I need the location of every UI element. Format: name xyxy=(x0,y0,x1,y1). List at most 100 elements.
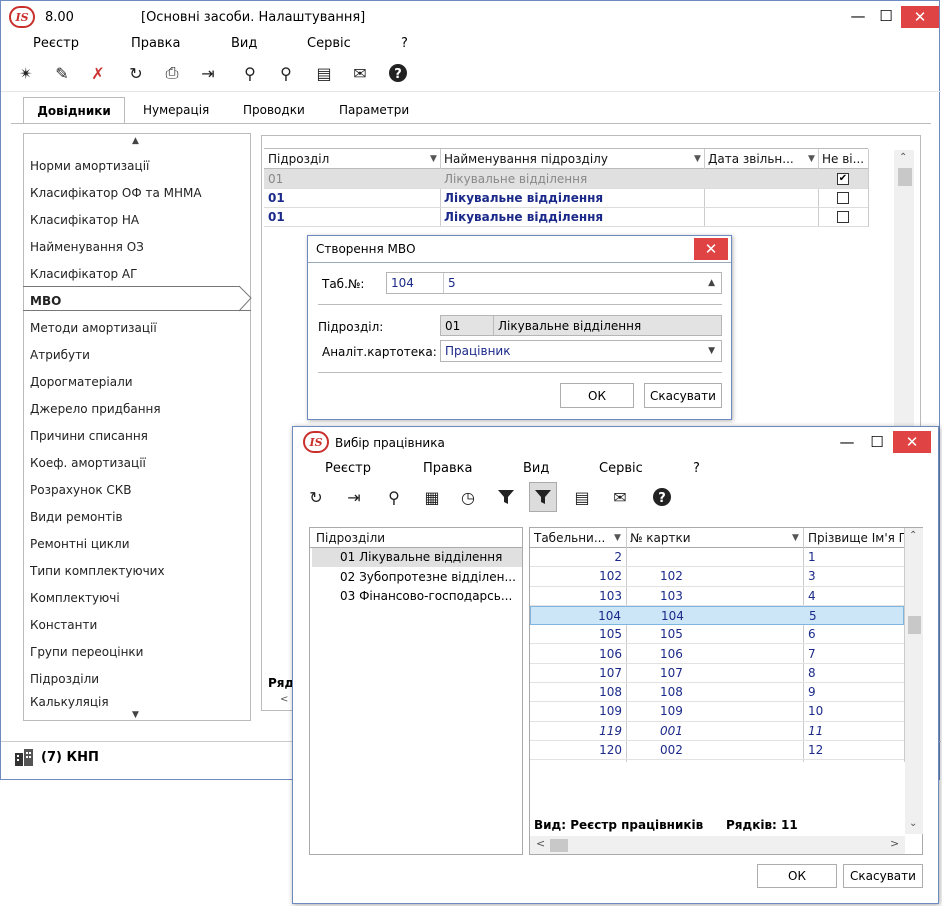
list-item[interactable]: Калькуляція xyxy=(30,695,109,709)
list-item[interactable]: Типи комплектуючих xyxy=(30,564,165,578)
list-item[interactable]: Причини списання xyxy=(30,429,148,443)
maximize-button[interactable]: ☐ xyxy=(863,427,891,457)
filter-active-icon[interactable] xyxy=(529,482,557,512)
bookmark-icon[interactable]: ▤ xyxy=(569,484,595,510)
print-icon[interactable]: ⎙ xyxy=(159,60,185,86)
minimize-button[interactable]: — xyxy=(844,1,872,31)
refresh-icon[interactable]: ↻ xyxy=(303,484,329,510)
col-header-not-visible[interactable]: Не ві... xyxy=(822,152,868,166)
dropdown-up-icon[interactable]: ▲ xyxy=(708,278,715,288)
scroll-left-icon[interactable]: < xyxy=(280,694,288,705)
chevron-down-icon[interactable]: ▼ xyxy=(708,346,715,356)
col-header-dept-name[interactable]: Найменування підрозділу xyxy=(444,152,694,166)
edit-doc-icon[interactable]: ✎ xyxy=(49,60,75,86)
menu-help[interactable]: ? xyxy=(693,461,700,476)
export-icon[interactable]: ⇥ xyxy=(195,60,221,86)
list-item[interactable]: Атрибути xyxy=(30,348,90,362)
menu-service[interactable]: Сервіс xyxy=(599,461,643,476)
col-header-full-name[interactable]: Прізвище Ім'я П xyxy=(808,531,904,545)
list-item[interactable]: Методи амортизації xyxy=(30,321,157,335)
menu-service[interactable]: Сервіс xyxy=(307,36,351,51)
help-icon[interactable]: ? xyxy=(385,60,411,86)
list-item[interactable]: Групи переоцінки xyxy=(30,645,143,659)
bookmark-icon[interactable]: ▤ xyxy=(311,60,337,86)
scroll-thumb[interactable] xyxy=(898,168,912,186)
scroll-up-icon[interactable]: ⌃ xyxy=(899,152,907,163)
horizontal-scrollbar[interactable] xyxy=(530,836,905,854)
vertical-scrollbar[interactable] xyxy=(905,528,923,834)
scroll-left-icon[interactable]: < xyxy=(536,837,545,850)
scroll-thumb[interactable] xyxy=(908,616,921,634)
menu-edit[interactable]: Правка xyxy=(131,36,180,51)
table-row[interactable]: 108 108 9 xyxy=(530,683,904,703)
table-row[interactable]: 103 103 4 xyxy=(530,587,904,606)
table-row[interactable]: 102 102 3 xyxy=(530,567,904,587)
minimize-button[interactable]: — xyxy=(833,427,861,457)
help-icon[interactable]: ? xyxy=(649,484,675,510)
list-item[interactable]: Джерело придбання xyxy=(30,402,161,416)
list-item-selected[interactable]: МВО xyxy=(30,294,61,308)
mail-icon[interactable]: ✉ xyxy=(347,60,373,86)
scroll-up-icon[interactable]: ⌃ xyxy=(909,530,917,541)
card-select[interactable]: Працівник ▼ xyxy=(440,340,722,362)
close-button[interactable]: ✕ xyxy=(893,431,931,453)
refresh-icon[interactable]: ↻ xyxy=(123,60,149,86)
delete-doc-icon[interactable]: ✗ xyxy=(85,60,111,86)
table-row[interactable]: 119 001 11 xyxy=(530,722,904,741)
close-button[interactable]: ✕ xyxy=(901,6,939,28)
history-icon[interactable]: ◷ xyxy=(455,484,481,510)
not-visible-checkbox[interactable]: ✔ xyxy=(837,173,849,185)
not-visible-checkbox[interactable] xyxy=(837,192,849,204)
scroll-up-icon[interactable]: ▲ xyxy=(132,136,139,146)
list-item[interactable]: Найменування ОЗ xyxy=(30,240,144,254)
scroll-down-icon[interactable]: ▼ xyxy=(132,710,139,720)
menu-view[interactable]: Вид xyxy=(231,36,257,51)
list-item[interactable]: Класифікатор НА xyxy=(30,213,139,227)
tree-item[interactable]: 03 Фінансово-господарсь... xyxy=(340,589,522,603)
list-item[interactable]: Класифікатор ОФ та МНМА xyxy=(30,186,202,200)
list-item[interactable]: Константи xyxy=(30,618,97,632)
list-item[interactable]: Види ремонтів xyxy=(30,510,123,524)
list-item[interactable]: Дорогматеріали xyxy=(30,375,133,389)
tree-item[interactable]: 02 Зубопротезне відділен... xyxy=(340,570,522,584)
tab-directories[interactable]: Довідники xyxy=(23,97,125,123)
col-header-dismiss-date[interactable]: Дата звільн... xyxy=(708,152,818,166)
cancel-button[interactable]: Скасувати xyxy=(644,383,722,408)
menu-view[interactable]: Вид xyxy=(523,461,549,476)
table-row[interactable]: 107 107 8 xyxy=(530,664,904,684)
list-item[interactable]: Ремонтні цикли xyxy=(30,537,130,551)
table-icon[interactable]: ▦ xyxy=(419,484,445,510)
list-item[interactable]: Розрахунок СКВ xyxy=(30,483,132,497)
tree-item[interactable]: 01 Лікувальне відділення xyxy=(340,550,502,564)
filter-icon[interactable] xyxy=(493,484,519,510)
table-row[interactable]: 106 106 7 xyxy=(530,645,904,664)
tab-numbering[interactable]: Нумерація xyxy=(143,103,209,117)
menu-help[interactable]: ? xyxy=(401,36,408,51)
maximize-button[interactable]: ☐ xyxy=(872,1,900,31)
tab-postings[interactable]: Проводки xyxy=(243,103,305,117)
col-header-tab-number[interactable]: Табельни... xyxy=(534,531,614,545)
table-row[interactable]: 109 109 10 xyxy=(530,702,904,722)
tab-number-field[interactable]: 104 5 ▲ xyxy=(386,272,722,294)
export-icon[interactable]: ⇥ xyxy=(341,484,367,510)
new-doc-icon[interactable]: ✴ xyxy=(13,60,39,86)
search-icon[interactable]: ⚲ xyxy=(237,60,263,86)
list-item[interactable]: Норми амортизації xyxy=(30,159,149,173)
tab-parameters[interactable]: Параметри xyxy=(339,103,409,117)
scroll-right-icon[interactable]: > xyxy=(890,837,899,850)
ok-button[interactable]: ОК xyxy=(757,864,837,888)
close-button[interactable]: ✕ xyxy=(694,238,728,260)
list-item[interactable]: Комплектуючі xyxy=(30,591,120,605)
col-header-dept[interactable]: Підрозділ xyxy=(268,152,428,166)
list-item[interactable]: Коеф. амортизації xyxy=(30,456,146,470)
menu-registry[interactable]: Реєстр xyxy=(325,461,371,476)
search-next-icon[interactable]: ⚲ xyxy=(273,60,299,86)
cancel-button[interactable]: Скасувати xyxy=(843,864,923,888)
col-header-card-number[interactable]: № картки xyxy=(630,531,790,545)
menu-edit[interactable]: Правка xyxy=(423,461,472,476)
search-icon[interactable]: ⚲ xyxy=(381,484,407,510)
ok-button[interactable]: ОК xyxy=(560,383,634,408)
scroll-down-icon[interactable]: ⌄ xyxy=(909,818,917,829)
table-row[interactable]: 105 105 6 xyxy=(530,625,904,645)
menu-registry[interactable]: Реєстр xyxy=(33,36,79,51)
